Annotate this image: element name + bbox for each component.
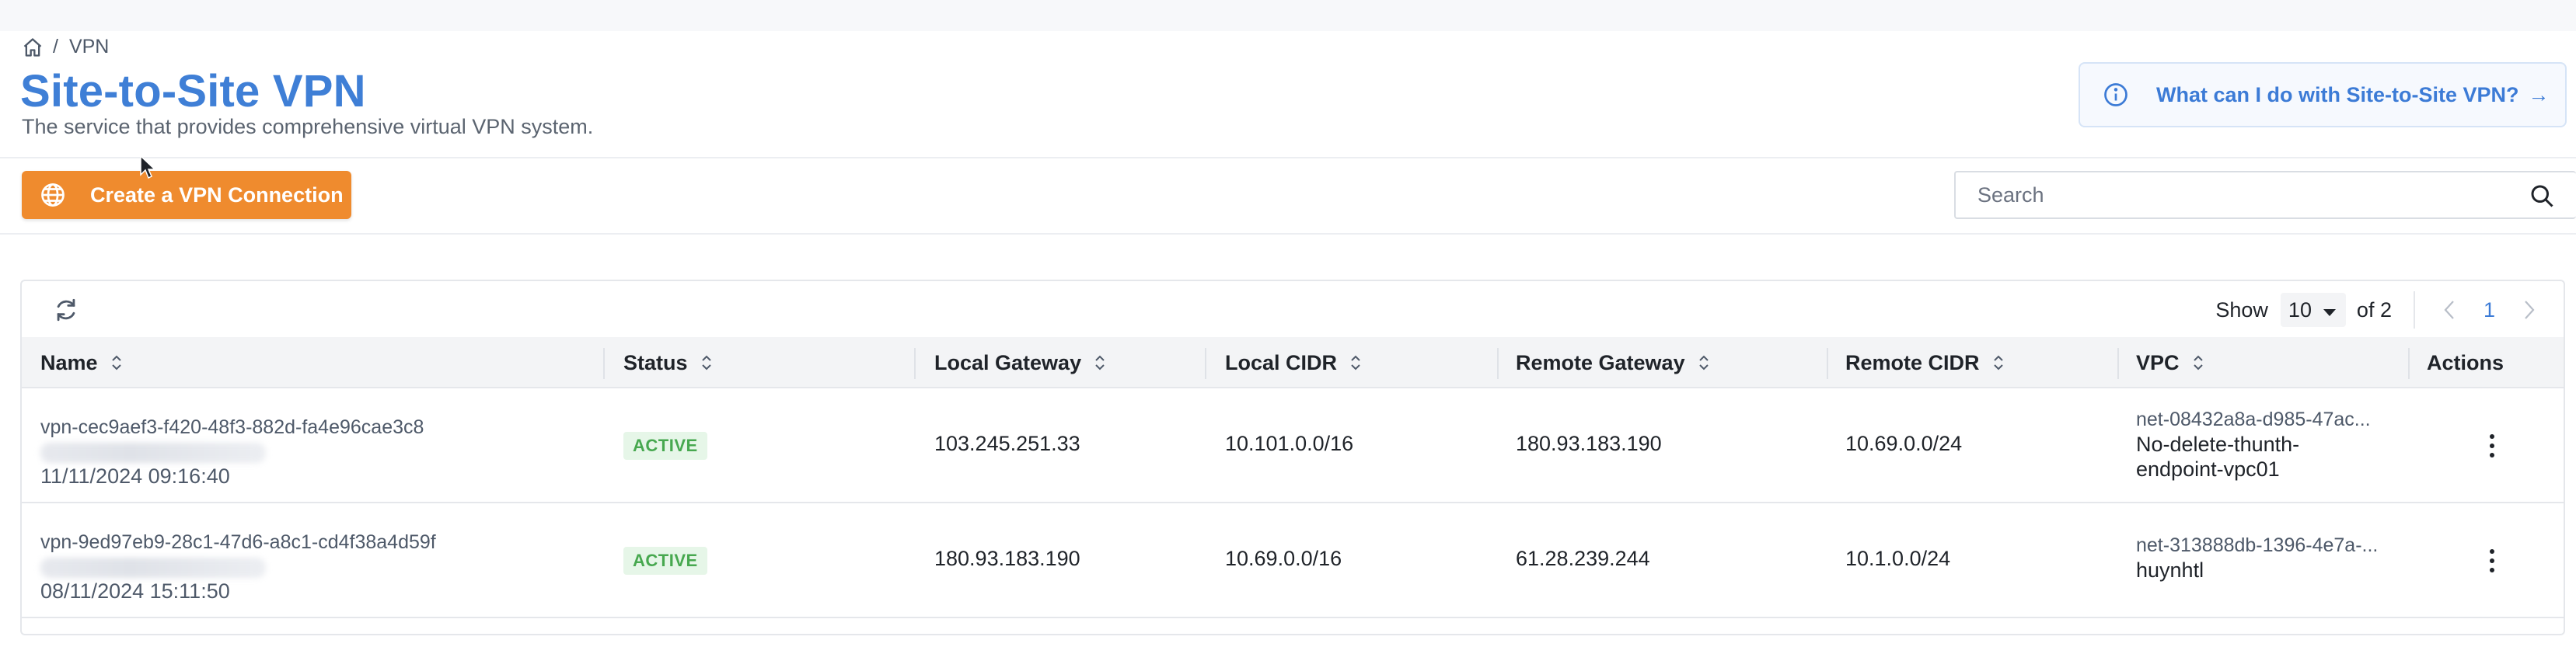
column-header-remote-cidr[interactable]: Remote CIDR	[1845, 337, 2006, 388]
page-size-label: Show	[2215, 297, 2268, 322]
redacted-name	[40, 443, 266, 463]
sort-icon	[1348, 353, 1363, 373]
sort-icon	[2190, 353, 2206, 373]
info-icon	[2102, 81, 2130, 109]
search-box	[1954, 171, 2576, 219]
page-size-select[interactable]: 10	[2280, 293, 2346, 327]
column-separator	[914, 348, 916, 379]
column-label: Remote CIDR	[1845, 350, 1980, 374]
header-divider	[0, 157, 2576, 158]
table-row[interactable]: vpn-9ed97eb9-28c1-47d6-a8c1-cd4f38a4d59f…	[22, 503, 2564, 618]
search-input[interactable]	[1956, 183, 2500, 207]
status-badge: ACTIVE	[623, 432, 707, 460]
column-label: Status	[623, 350, 688, 374]
caret-down-icon	[2323, 298, 2337, 322]
column-label: Actions	[2427, 350, 2504, 374]
local-gateway-cell: 180.93.183.190	[934, 547, 1080, 570]
create-vpn-connection-label: Create a VPN Connection	[90, 183, 344, 207]
more-actions-icon[interactable]	[2484, 545, 2500, 576]
vpc-name: No-delete-thunth-endpoint-vpc01	[2136, 433, 2300, 481]
breadcrumb: / VPN	[22, 36, 109, 58]
more-actions-icon[interactable]	[2484, 430, 2500, 461]
table-header: Name Status Local Gateway Local CIDR Rem…	[22, 337, 2564, 388]
globe-icon	[39, 181, 67, 209]
page-subtitle: The service that provides comprehensive …	[22, 115, 594, 138]
chevron-left-icon[interactable]	[2438, 299, 2460, 321]
home-icon[interactable]	[22, 37, 44, 58]
refresh-icon[interactable]	[53, 297, 79, 323]
created-date: 08/11/2024 15:11:50	[40, 579, 230, 603]
total-pages-label: of 2	[2356, 297, 2392, 322]
column-separator	[2408, 348, 2410, 379]
vpn-connection-id[interactable]: vpn-9ed97eb9-28c1-47d6-a8c1-cd4f38a4d59f	[40, 531, 436, 554]
column-header-remote-gateway[interactable]: Remote Gateway	[1516, 337, 1712, 388]
column-header-local-gateway[interactable]: Local Gateway	[934, 337, 1108, 388]
top-strip	[0, 0, 2576, 31]
help-link-text[interactable]: What can I do with Site-to-Site VPN?	[2156, 83, 2519, 107]
column-header-actions: Actions	[2427, 337, 2504, 388]
vpc-id[interactable]: net-08432a8a-d985-47ac...	[2136, 409, 2371, 431]
page-title: Site-to-Site VPN	[20, 66, 366, 117]
help-link-box[interactable]: What can I do with Site-to-Site VPN? →	[2079, 62, 2567, 127]
column-header-name[interactable]: Name	[40, 337, 124, 388]
created-date: 11/11/2024 09:16:40	[40, 464, 230, 488]
sort-icon	[1092, 353, 1108, 373]
local-cidr-cell: 10.101.0.0/16	[1225, 432, 1354, 455]
vpc-id[interactable]: net-313888db-1396-4e7a-...	[2136, 534, 2378, 557]
table-row[interactable]: vpn-cec9aef3-f420-48f3-882d-fa4e96cae3c8…	[22, 388, 2564, 503]
search-icon[interactable]	[2528, 182, 2556, 210]
column-label: VPC	[2136, 350, 2180, 374]
column-label: Remote Gateway	[1516, 350, 1685, 374]
sort-icon	[699, 353, 714, 373]
arrow-right-icon: →	[2528, 82, 2550, 106]
column-separator	[2117, 348, 2119, 379]
sort-icon	[1991, 353, 2006, 373]
mouse-cursor-icon	[140, 155, 156, 179]
breadcrumb-current[interactable]: VPN	[69, 36, 109, 58]
column-label: Local Gateway	[934, 350, 1082, 374]
create-vpn-connection-button[interactable]: Create a VPN Connection	[22, 171, 351, 219]
column-header-status[interactable]: Status	[623, 337, 714, 388]
column-label: Name	[40, 350, 98, 374]
toolbar-divider	[0, 233, 2576, 235]
vpn-connection-id[interactable]: vpn-cec9aef3-f420-48f3-882d-fa4e96cae3c8	[40, 416, 424, 439]
column-header-local-cidr[interactable]: Local CIDR	[1225, 337, 1363, 388]
column-header-vpc[interactable]: VPC	[2136, 337, 2206, 388]
column-label: Local CIDR	[1225, 350, 1338, 374]
vpc-name: huynhtl	[2136, 558, 2204, 582]
current-page[interactable]: 1	[2484, 298, 2495, 322]
column-separator	[1205, 348, 1206, 379]
remote-cidr-cell: 10.69.0.0/24	[1845, 432, 1963, 455]
column-separator	[603, 348, 605, 379]
remote-gateway-cell: 61.28.239.244	[1516, 547, 1650, 570]
pagination: Show 10 of 2 1	[2215, 290, 2564, 329]
local-cidr-cell: 10.69.0.0/16	[1225, 547, 1342, 570]
column-separator	[1497, 348, 1499, 379]
breadcrumb-separator: /	[53, 36, 58, 57]
sort-icon	[109, 353, 124, 373]
remote-gateway-cell: 180.93.183.190	[1516, 432, 1662, 455]
page-size-value: 10	[2288, 297, 2312, 322]
redacted-name	[40, 558, 266, 578]
column-separator	[1827, 348, 1828, 379]
local-gateway-cell: 103.245.251.33	[934, 432, 1080, 455]
status-badge: ACTIVE	[623, 547, 707, 575]
pagination-separator	[2413, 291, 2415, 329]
sort-icon	[1696, 353, 1712, 373]
remote-cidr-cell: 10.1.0.0/24	[1845, 547, 1951, 570]
chevron-right-icon[interactable]	[2518, 299, 2540, 321]
vpn-table-card: Show 10 of 2 1 Name Status Local Gateway…	[20, 280, 2565, 635]
